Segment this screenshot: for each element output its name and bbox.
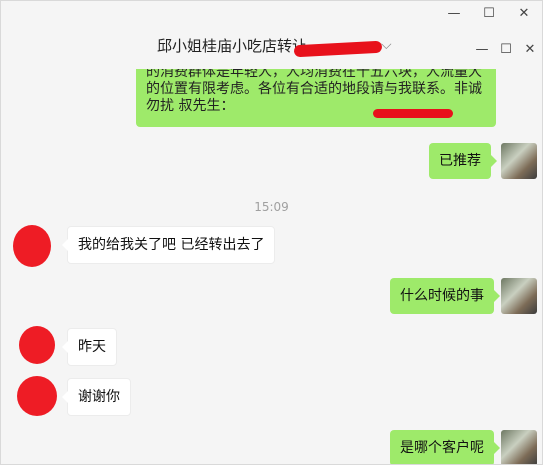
chat-title: 邱小姐桂庙小吃店转让 [157, 37, 308, 55]
message-text: 谢谢你 [78, 389, 120, 405]
message-text: 什么时候的事 [400, 288, 484, 304]
message-bubble-outgoing[interactable]: 已推荐 [429, 143, 497, 179]
message-bubble-outgoing[interactable]: 是哪个客户呢 [390, 430, 500, 464]
outer-close-button[interactable]: ✕ [513, 2, 535, 24]
timestamp: 15:09 [254, 200, 289, 214]
outer-maximize-button[interactable]: ☐ [478, 2, 500, 24]
message-text: 是哪个客户呢 [400, 440, 484, 456]
avatar[interactable] [501, 278, 537, 314]
avatar[interactable] [17, 376, 57, 416]
chevron-down-icon[interactable]: ⌵ [381, 37, 392, 53]
message-text: 昨天 [78, 339, 106, 355]
avatar[interactable] [13, 225, 51, 267]
message-text: 已推荐 [439, 153, 481, 169]
avatar[interactable] [501, 143, 537, 179]
close-button[interactable]: ✕ [519, 38, 541, 60]
maximize-button[interactable]: ☐ [495, 38, 517, 60]
message-text-line: 的消费群体是年轻人，人均消费在十五六块，人流量大 [146, 69, 482, 80]
message-list[interactable]: 的消费群体是年轻人，人均消费在十五六块，人流量大 的位置有限考虑。各位有合适的地… [1, 69, 542, 464]
message-text: 我的给我关了吧 已经转出去了 [78, 237, 265, 253]
message-bubble-incoming[interactable]: 谢谢你 [62, 378, 131, 416]
outer-title-bar: — ☐ ✕ [1, 1, 542, 25]
avatar[interactable] [19, 326, 55, 364]
minimize-button[interactable]: — [471, 38, 493, 60]
chat-window: — ☐ ✕ 邱小姐桂庙小吃店转让 ⌵ — ☐ ✕ 的消费群体是年轻人，人均消费在… [0, 0, 543, 465]
message-bubble-incoming[interactable]: 我的给我关了吧 已经转出去了 [61, 226, 276, 264]
message-text-line: 的位置有限考虑。各位有合适的地段请与我联系。非诚 [146, 81, 482, 97]
message-bubble-outgoing[interactable]: 的消费群体是年轻人，人均消费在十五六块，人流量大 的位置有限考虑。各位有合适的地… [136, 69, 496, 127]
chat-header: 邱小姐桂庙小吃店转让 ⌵ — ☐ ✕ [1, 25, 542, 70]
avatar[interactable] [501, 430, 537, 464]
message-bubble-outgoing[interactable]: 什么时候的事 [390, 278, 500, 314]
redaction-mark [293, 40, 383, 58]
outer-minimize-button[interactable]: — [443, 2, 465, 24]
message-bubble-incoming[interactable]: 昨天 [62, 328, 117, 366]
redaction-mark [373, 109, 453, 118]
